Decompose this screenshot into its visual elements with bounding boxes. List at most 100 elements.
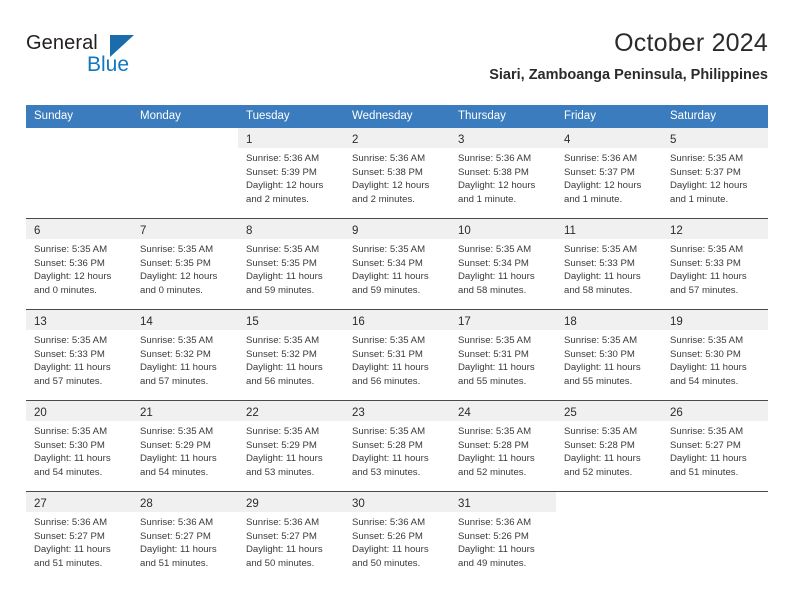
calendar-day-cell[interactable]: 23 Sunrise: 5:35 AM Sunset: 5:28 PM Dayligh…: [344, 400, 450, 492]
day-number: 22: [246, 407, 259, 419]
daylight-text-line2: and 1 minute.: [564, 193, 623, 205]
calendar-day-cell[interactable]: 26 Sunrise: 5:35 AM Sunset: 5:27 PM Dayligh…: [662, 400, 768, 492]
calendar-day-cell[interactable]: 6 Sunrise: 5:35 AM Sunset: 5:36 PM Daylight…: [26, 218, 132, 310]
day-number-band: 24: [450, 401, 556, 421]
daylight-text-line2: and 2 minutes.: [246, 193, 309, 205]
calendar-grid: Sunday Monday Tuesday Wednesday Thursday…: [26, 105, 768, 582]
day-cell-content: [26, 128, 132, 218]
calendar-day-cell[interactable]: 22 Sunrise: 5:35 AM Sunset: 5:29 PM Dayligh…: [238, 400, 344, 492]
sunrise-text: Sunrise: 5:35 AM: [670, 426, 744, 437]
day-details: Sunrise: 5:36 AM Sunset: 5:37 PM Daylight:…: [556, 148, 662, 206]
calendar-day-cell[interactable]: 15 Sunrise: 5:35 AM Sunset: 5:32 PM Dayligh…: [238, 309, 344, 401]
calendar-day-cell[interactable]: 2 Sunrise: 5:36 AM Sunset: 5:38 PM Daylight…: [344, 128, 450, 219]
sunset-text: Sunset: 5:26 PM: [352, 530, 423, 542]
calendar-day-cell[interactable]: 18 Sunrise: 5:35 AM Sunset: 5:30 PM Dayligh…: [556, 309, 662, 401]
day-number: 6: [34, 225, 41, 237]
calendar-day-cell[interactable]: 3 Sunrise: 5:36 AM Sunset: 5:38 PM Daylight…: [450, 128, 556, 219]
day-cell-content: [132, 128, 238, 218]
calendar-day-cell[interactable]: 7 Sunrise: 5:35 AM Sunset: 5:35 PM Daylight…: [132, 218, 238, 310]
calendar-day-cell[interactable]: 27 Sunrise: 5:36 AM Sunset: 5:27 PM Dayligh…: [26, 491, 132, 582]
calendar-day-cell[interactable]: 13 Sunrise: 5:35 AM Sunset: 5:33 PM Dayligh…: [26, 309, 132, 401]
daylight-text-line1: Daylight: 11 hours: [670, 362, 747, 374]
calendar-day-cell[interactable]: 8 Sunrise: 5:35 AM Sunset: 5:35 PM Daylight…: [238, 218, 344, 310]
day-cell-content: 20 Sunrise: 5:35 AM Sunset: 5:30 PM Dayligh…: [26, 401, 132, 491]
sunset-text: Sunset: 5:27 PM: [246, 530, 317, 542]
calendar-day-cell[interactable]: 9 Sunrise: 5:35 AM Sunset: 5:34 PM Daylight…: [344, 218, 450, 310]
calendar-day-cell[interactable]: 4 Sunrise: 5:36 AM Sunset: 5:37 PM Daylight…: [556, 128, 662, 219]
calendar-day-cell[interactable]: 24 Sunrise: 5:35 AM Sunset: 5:28 PM Dayligh…: [450, 400, 556, 492]
day-number: 9: [352, 225, 359, 237]
calendar-day-cell[interactable]: 1 Sunrise: 5:36 AM Sunset: 5:39 PM Daylight…: [238, 128, 344, 219]
sunrise-text: Sunrise: 5:36 AM: [458, 517, 532, 528]
day-details: Sunrise: 5:36 AM Sunset: 5:27 PM Daylight:…: [26, 512, 132, 570]
calendar-day-cell[interactable]: 31 Sunrise: 5:36 AM Sunset: 5:26 PM Dayligh…: [450, 491, 556, 582]
day-number: 31: [458, 498, 471, 510]
sunrise-text: Sunrise: 5:35 AM: [670, 335, 744, 346]
weekday-header-friday: Friday: [556, 105, 662, 128]
day-number: 7: [140, 225, 147, 237]
day-cell-content: 4 Sunrise: 5:36 AM Sunset: 5:37 PM Daylight…: [556, 128, 662, 218]
daylight-text-line1: Daylight: 11 hours: [458, 271, 535, 283]
day-cell-content: 1 Sunrise: 5:36 AM Sunset: 5:39 PM Daylight…: [238, 128, 344, 218]
daylight-text-line1: Daylight: 11 hours: [140, 453, 217, 465]
sunrise-text: Sunrise: 5:35 AM: [458, 335, 532, 346]
day-details: Sunrise: 5:35 AM Sunset: 5:27 PM Daylight:…: [662, 421, 768, 479]
day-cell-content: 15 Sunrise: 5:35 AM Sunset: 5:32 PM Dayligh…: [238, 310, 344, 400]
day-number-band: 1: [238, 128, 344, 148]
sunset-text: Sunset: 5:38 PM: [352, 166, 423, 178]
day-number: 18: [564, 316, 577, 328]
daylight-text-line1: Daylight: 11 hours: [246, 362, 323, 374]
day-number-band: 29: [238, 492, 344, 512]
general-blue-logo[interactable]: General Blue: [26, 32, 206, 88]
day-number-band: 20: [26, 401, 132, 421]
weekday-header-tuesday: Tuesday: [238, 105, 344, 128]
calendar-day-cell[interactable]: 10 Sunrise: 5:35 AM Sunset: 5:34 PM Dayligh…: [450, 218, 556, 310]
day-cell-content: 19 Sunrise: 5:35 AM Sunset: 5:30 PM Dayligh…: [662, 310, 768, 400]
calendar-day-cell[interactable]: 20 Sunrise: 5:35 AM Sunset: 5:30 PM Dayligh…: [26, 400, 132, 492]
calendar-week-row: 20 Sunrise: 5:35 AM Sunset: 5:30 PM Dayligh…: [26, 400, 768, 492]
day-number-band: 14: [132, 310, 238, 330]
day-number-band: 5: [662, 128, 768, 148]
sunset-text: Sunset: 5:29 PM: [246, 439, 317, 451]
calendar-day-cell[interactable]: 14 Sunrise: 5:35 AM Sunset: 5:32 PM Dayligh…: [132, 309, 238, 401]
day-details: Sunrise: 5:35 AM Sunset: 5:30 PM Daylight:…: [556, 330, 662, 388]
page-title: October 2024: [614, 29, 768, 57]
sunrise-text: Sunrise: 5:35 AM: [352, 244, 426, 255]
day-number-band: 9: [344, 219, 450, 239]
daylight-text-line2: and 57 minutes.: [34, 375, 103, 387]
calendar-day-cell[interactable]: 25 Sunrise: 5:35 AM Sunset: 5:28 PM Dayligh…: [556, 400, 662, 492]
day-cell-content: 6 Sunrise: 5:35 AM Sunset: 5:36 PM Daylight…: [26, 219, 132, 309]
calendar-day-cell[interactable]: 30 Sunrise: 5:36 AM Sunset: 5:26 PM Dayligh…: [344, 491, 450, 582]
calendar-table: Sunday Monday Tuesday Wednesday Thursday…: [26, 105, 768, 582]
sunset-text: Sunset: 5:37 PM: [670, 166, 741, 178]
day-cell-content: [662, 492, 768, 582]
calendar-day-cell[interactable]: 5 Sunrise: 5:35 AM Sunset: 5:37 PM Daylight…: [662, 128, 768, 219]
daylight-text-line1: Daylight: 11 hours: [246, 544, 323, 556]
sunrise-text: Sunrise: 5:36 AM: [352, 153, 426, 164]
calendar-day-cell[interactable]: 17 Sunrise: 5:35 AM Sunset: 5:31 PM Dayligh…: [450, 309, 556, 401]
day-details: Sunrise: 5:35 AM Sunset: 5:30 PM Daylight:…: [26, 421, 132, 479]
sunset-text: Sunset: 5:33 PM: [34, 348, 105, 360]
weekday-header-saturday: Saturday: [662, 105, 768, 128]
calendar-day-cell[interactable]: 28 Sunrise: 5:36 AM Sunset: 5:27 PM Dayligh…: [132, 491, 238, 582]
calendar-day-cell[interactable]: 16 Sunrise: 5:35 AM Sunset: 5:31 PM Dayligh…: [344, 309, 450, 401]
calendar-day-cell[interactable]: 11 Sunrise: 5:35 AM Sunset: 5:33 PM Dayligh…: [556, 218, 662, 310]
sunrise-text: Sunrise: 5:35 AM: [458, 426, 532, 437]
logo-text-blue: Blue: [87, 53, 130, 76]
daylight-text-line2: and 51 minutes.: [34, 557, 103, 569]
daylight-text-line2: and 57 minutes.: [140, 375, 209, 387]
daylight-text-line2: and 57 minutes.: [670, 284, 739, 296]
calendar-day-cell[interactable]: 29 Sunrise: 5:36 AM Sunset: 5:27 PM Dayligh…: [238, 491, 344, 582]
day-cell-content: 12 Sunrise: 5:35 AM Sunset: 5:33 PM Dayligh…: [662, 219, 768, 309]
calendar-day-cell[interactable]: 19 Sunrise: 5:35 AM Sunset: 5:30 PM Dayligh…: [662, 309, 768, 401]
day-number-band: 18: [556, 310, 662, 330]
day-number: 10: [458, 225, 471, 237]
sunset-text: Sunset: 5:39 PM: [246, 166, 317, 178]
daylight-text-line2: and 54 minutes.: [140, 466, 209, 478]
calendar-day-cell[interactable]: 21 Sunrise: 5:35 AM Sunset: 5:29 PM Dayligh…: [132, 400, 238, 492]
calendar-day-cell[interactable]: 12 Sunrise: 5:35 AM Sunset: 5:33 PM Dayligh…: [662, 218, 768, 310]
daylight-text-line1: Daylight: 11 hours: [352, 453, 429, 465]
day-number-band: 2: [344, 128, 450, 148]
sunset-text: Sunset: 5:38 PM: [458, 166, 529, 178]
day-number-band: 17: [450, 310, 556, 330]
